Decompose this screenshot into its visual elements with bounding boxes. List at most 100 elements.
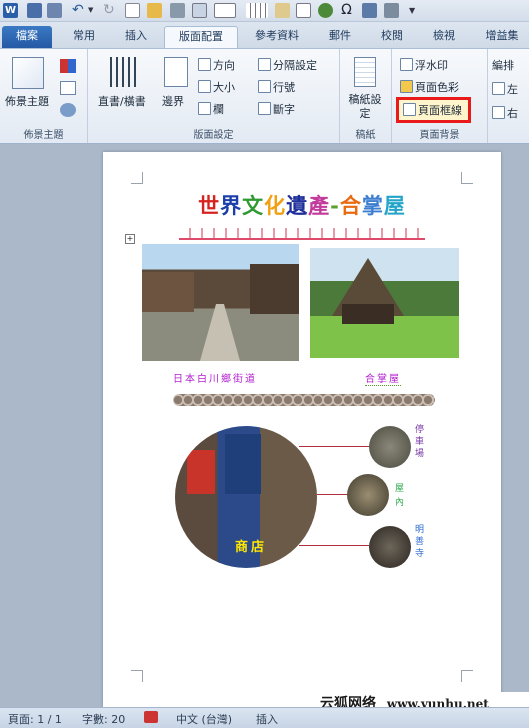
undo-icon[interactable]: ↶ bbox=[72, 3, 87, 18]
columns-button[interactable]: 欄 bbox=[198, 101, 224, 117]
tab-review[interactable]: 校閱 bbox=[370, 26, 414, 48]
title-char: 遺 bbox=[286, 194, 309, 218]
text-direction-icon bbox=[110, 57, 138, 87]
crop-mark-bottom-left bbox=[131, 670, 143, 682]
wrap-right-button[interactable]: 右 bbox=[492, 105, 518, 121]
theme-effects-icon[interactable] bbox=[60, 103, 76, 117]
word-logo-icon[interactable]: W bbox=[3, 3, 18, 18]
save-icon[interactable] bbox=[27, 3, 42, 18]
page-color-icon bbox=[400, 80, 413, 93]
tab-home[interactable]: 常用 bbox=[62, 26, 106, 48]
breaks-button[interactable]: 分隔設定 bbox=[258, 57, 317, 73]
page-color-button[interactable]: 頁面色彩 bbox=[400, 79, 459, 95]
themes-button[interactable]: 佈景主題 bbox=[5, 93, 49, 109]
watermark-icon bbox=[400, 58, 413, 71]
status-page[interactable]: 頁面: 1 / 1 bbox=[8, 711, 62, 727]
shop-circle-photo[interactable]: 商店 bbox=[175, 426, 317, 568]
tab-references[interactable]: 參考資料 bbox=[246, 26, 308, 48]
image-icon[interactable] bbox=[275, 3, 290, 18]
open-icon[interactable] bbox=[147, 3, 162, 18]
title-char: 化 bbox=[264, 194, 287, 218]
status-words[interactable]: 字數: 20 bbox=[82, 711, 125, 727]
size-button[interactable]: 大小 bbox=[198, 79, 235, 95]
group-page-setup: 直書/橫書 邊界 方向 大小 欄 分隔設定 行號 斷字 版面設定 bbox=[88, 49, 340, 143]
document-page[interactable]: 世界文化遺產-合掌屋 + 日本白川鄉街道 合掌屋 商店 停車場 屋內 明善寺 bbox=[103, 152, 501, 707]
village-street-photo[interactable] bbox=[142, 244, 299, 361]
quick-access-toolbar: W ↶ ▼ ↻ Ω ▼ bbox=[0, 0, 529, 22]
textbox-icon[interactable] bbox=[214, 3, 236, 18]
title-char: - bbox=[330, 194, 340, 218]
undo-dropdown-icon[interactable]: ▼ bbox=[88, 3, 96, 18]
print-preview-icon[interactable] bbox=[192, 3, 207, 18]
title-char: 文 bbox=[242, 194, 265, 218]
tab-page-layout[interactable]: 版面配置 bbox=[164, 26, 238, 48]
columns-icon bbox=[198, 102, 211, 115]
hyphenation-icon bbox=[258, 102, 271, 115]
page-borders-button[interactable]: 頁面框線 bbox=[396, 97, 471, 123]
document-title[interactable]: 世界文化遺產-合掌屋 bbox=[103, 190, 501, 220]
label-parking: 停車場 bbox=[415, 425, 425, 459]
watermark-button[interactable]: 浮水印 bbox=[400, 57, 448, 73]
group-page-background: 浮水印 頁面色彩 頁面框線 頁面背景 bbox=[392, 49, 488, 143]
clipart-icon[interactable] bbox=[296, 3, 311, 18]
arrange-button[interactable]: 編排 bbox=[492, 57, 514, 73]
tab-mailings[interactable]: 郵件 bbox=[318, 26, 362, 48]
temple-circle-photo[interactable] bbox=[369, 526, 411, 568]
group-label-themes: 佈景主題 bbox=[23, 130, 64, 141]
ribbon-page-layout: 佈景主題 佈景主題 直書/橫書 邊界 方向 大小 欄 分隔設定 行號 斷字 版面… bbox=[0, 48, 529, 144]
parking-circle-photo[interactable] bbox=[369, 426, 411, 468]
orientation-button[interactable]: 方向 bbox=[198, 57, 235, 73]
theme-colors-icon[interactable] bbox=[60, 59, 76, 73]
wrap-left-button[interactable]: 左 bbox=[492, 81, 518, 97]
circle-photo-label: 商店 bbox=[235, 540, 268, 555]
hyphenation-button[interactable]: 斷字 bbox=[258, 101, 295, 117]
crop-mark-top-right bbox=[461, 172, 473, 184]
table-icon[interactable] bbox=[246, 3, 268, 18]
theme-fonts-icon[interactable] bbox=[60, 81, 76, 95]
manuscript-icon bbox=[354, 57, 376, 87]
draw-icon[interactable] bbox=[384, 3, 399, 18]
group-themes: 佈景主題 佈景主題 bbox=[0, 49, 88, 143]
tab-addins[interactable]: 增益集 bbox=[477, 26, 527, 48]
margins-icon bbox=[164, 57, 188, 87]
size-icon bbox=[198, 80, 211, 93]
street-path-shape bbox=[200, 304, 240, 361]
smartart-icon[interactable] bbox=[362, 3, 377, 18]
theme-icon bbox=[12, 57, 44, 89]
tab-view[interactable]: 檢視 bbox=[422, 26, 466, 48]
table-move-handle-icon[interactable]: + bbox=[125, 234, 135, 244]
title-char: 掌 bbox=[361, 194, 384, 218]
spellcheck-icon[interactable] bbox=[144, 711, 158, 723]
connector-line-temple bbox=[299, 545, 369, 546]
pebble-divider bbox=[173, 394, 435, 406]
margins-button[interactable]: 邊界 bbox=[162, 93, 184, 109]
save-as-icon[interactable] bbox=[47, 3, 62, 18]
tab-insert[interactable]: 插入 bbox=[114, 26, 158, 48]
hyperlink-icon[interactable] bbox=[318, 3, 333, 18]
title-char: 世 bbox=[198, 194, 221, 218]
label-temple: 明善寺 bbox=[415, 525, 425, 559]
orientation-icon bbox=[198, 58, 211, 71]
crop-mark-top-left bbox=[131, 172, 143, 184]
status-language[interactable]: 中文 (台灣) bbox=[176, 711, 232, 727]
more-icon[interactable]: ▼ bbox=[409, 3, 419, 18]
group-manuscript: 稿紙設定 稿紙 bbox=[340, 49, 392, 143]
manuscript-button[interactable]: 稿紙設定 bbox=[346, 93, 384, 121]
line-numbers-icon bbox=[258, 80, 271, 93]
title-char: 屋 bbox=[383, 194, 406, 218]
navy-curtain-shape bbox=[225, 434, 261, 494]
line-numbers-button[interactable]: 行號 bbox=[258, 79, 295, 95]
wrap-left-icon bbox=[492, 82, 505, 95]
status-bar: 頁面: 1 / 1 字數: 20 中文 (台灣) 插入 bbox=[0, 707, 529, 728]
redo-icon[interactable]: ↻ bbox=[103, 3, 118, 18]
left-building-shape bbox=[142, 272, 194, 312]
text-direction-button[interactable]: 直書/橫書 bbox=[98, 93, 146, 109]
omega-icon[interactable]: Ω bbox=[339, 3, 354, 18]
tab-file[interactable]: 檔案 bbox=[2, 26, 52, 48]
new-doc-icon[interactable] bbox=[125, 3, 140, 18]
print-icon[interactable] bbox=[170, 3, 185, 18]
interior-circle-photo[interactable] bbox=[347, 474, 389, 516]
status-insert-mode[interactable]: 插入 bbox=[256, 711, 278, 727]
label-interior: 屋內 bbox=[395, 484, 405, 508]
gassho-house-photo[interactable] bbox=[310, 248, 459, 358]
